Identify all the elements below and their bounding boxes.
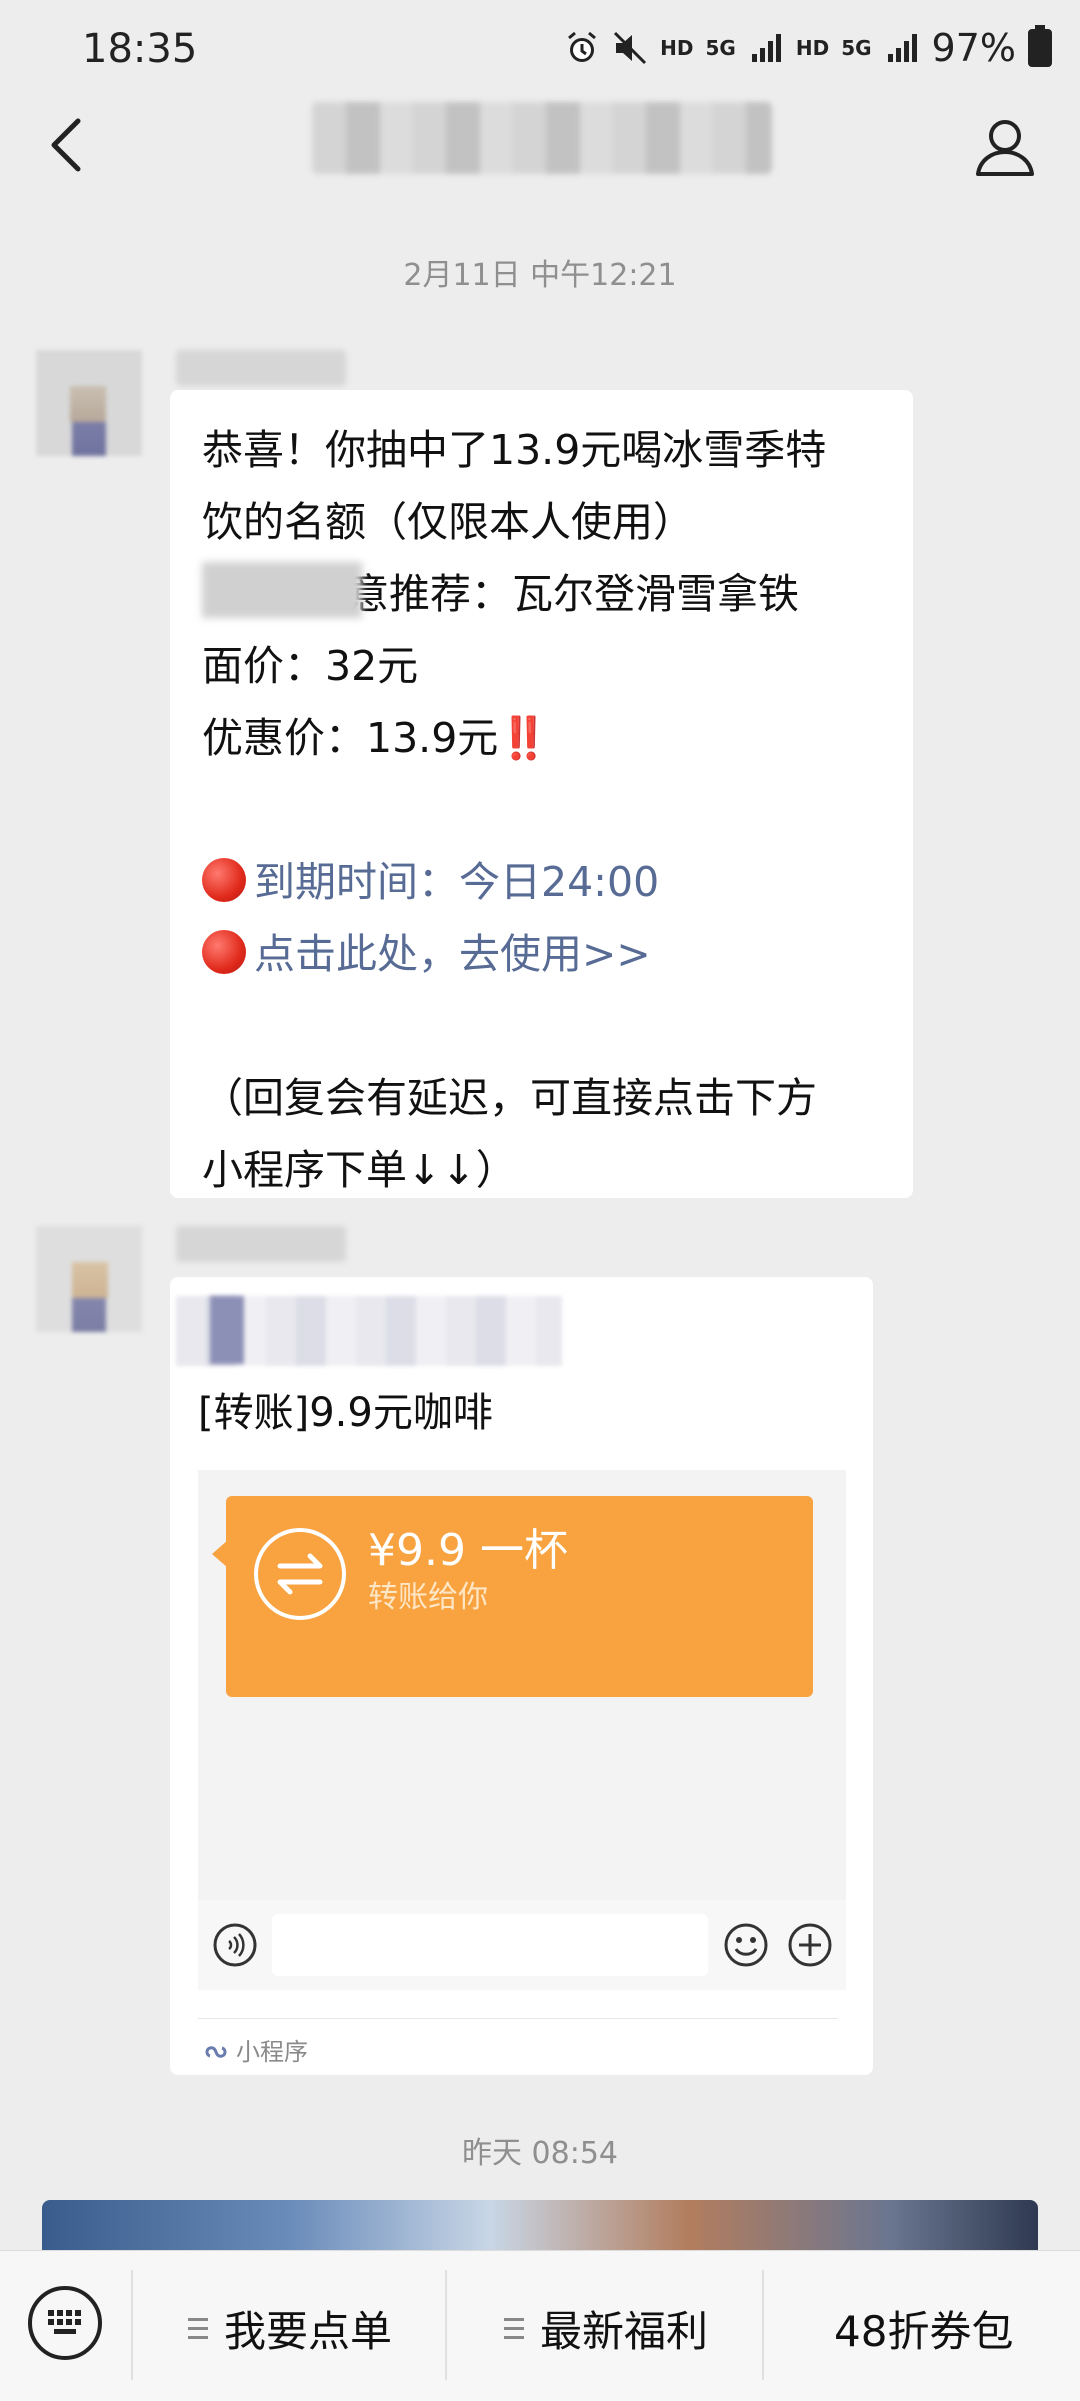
double-exclamation-icon: ‼️ bbox=[498, 714, 550, 762]
expiry-line: 到期时间：今日24:00 bbox=[202, 846, 892, 918]
message-line-blank bbox=[202, 774, 892, 846]
menu-item-label: 最新福利 bbox=[540, 2307, 709, 2356]
signal-icon bbox=[887, 34, 917, 62]
contact-name-blurred bbox=[312, 102, 772, 174]
menu-item-order[interactable]: 我要点单 bbox=[188, 2298, 392, 2359]
avatar[interactable] bbox=[36, 1226, 142, 1332]
message-line-blank bbox=[202, 990, 892, 1062]
transfer-amount: ¥9.9 一杯 bbox=[368, 1525, 568, 1576]
mute-icon bbox=[614, 31, 647, 65]
message-line-text: 意推荐：瓦尔登滑雪拿铁 bbox=[348, 570, 799, 618]
message-line-text: 优惠价：13.9元 bbox=[202, 714, 499, 762]
expiry-text: 到期时间：今日24:00 bbox=[254, 858, 660, 906]
message-line: 意推荐：瓦尔登滑雪拿铁 bbox=[202, 558, 892, 630]
mini-program-label: 小程序 bbox=[236, 2038, 308, 2066]
person-icon bbox=[976, 120, 1034, 176]
voice-icon bbox=[213, 1923, 257, 1967]
network-label-2: HD bbox=[795, 36, 830, 60]
sender-name-blurred bbox=[176, 1226, 346, 1262]
message-line: 小程序下单↓↓） bbox=[202, 1146, 517, 1194]
emoji-icon bbox=[724, 1923, 768, 1967]
transfer-subtitle: 转账给你 bbox=[368, 1580, 488, 1615]
battery-icon bbox=[1028, 25, 1052, 67]
chat-timestamp: 2月11日 中午12:21 bbox=[403, 258, 677, 293]
red-circle-icon bbox=[202, 930, 246, 974]
message-line: 恭喜！你抽中了13.9元喝冰雪季特 bbox=[202, 426, 827, 474]
keyboard-button[interactable] bbox=[28, 2286, 102, 2360]
menu-item-label: 48折券包 bbox=[834, 2307, 1014, 2356]
menu-list-icon bbox=[188, 2317, 208, 2340]
avatar[interactable] bbox=[36, 350, 142, 456]
menu-item-coupons[interactable]: 48折券包 bbox=[834, 2298, 1013, 2359]
signal-icon bbox=[751, 34, 781, 62]
chat-timestamp: 昨天 08:54 bbox=[462, 2136, 618, 2171]
message-line: 面价：32元 bbox=[202, 642, 419, 690]
message-text: 恭喜！你抽中了13.9元喝冰雪季特 饮的名额（仅限本人使用） 意推荐：瓦尔登滑雪… bbox=[202, 414, 892, 1206]
menu-divider bbox=[762, 2270, 764, 2380]
keyboard-icon bbox=[48, 2310, 81, 2334]
message-line: 优惠价：13.9元‼️ bbox=[202, 702, 892, 774]
redacted-text bbox=[202, 562, 362, 618]
battery-percent: 97% bbox=[931, 26, 1016, 70]
mini-program-logo-blurred bbox=[210, 1296, 244, 1364]
transfer-icon bbox=[254, 1528, 346, 1620]
message-bubble[interactable]: 恭喜！你抽中了13.9元喝冰雪季特 饮的名额（仅限本人使用） 意推荐：瓦尔登滑雪… bbox=[170, 390, 913, 1198]
menu-item-label: 我要点单 bbox=[224, 2307, 393, 2356]
menu-divider bbox=[445, 2270, 447, 2380]
signal-label-1: 5G bbox=[705, 36, 736, 60]
mini-program-title: [转账]9.9元咖啡 bbox=[198, 1390, 493, 1436]
menu-list-icon bbox=[504, 2317, 524, 2340]
network-label-1: HD bbox=[660, 36, 694, 60]
red-circle-icon bbox=[202, 858, 246, 902]
menu-item-benefits[interactable]: 最新福利 bbox=[504, 2298, 708, 2359]
preview-input-field bbox=[272, 1914, 708, 1976]
alarm-icon bbox=[568, 31, 597, 62]
menu-divider bbox=[131, 2270, 133, 2380]
status-bar: 18:35 HD 5G HD 5G 97% bbox=[0, 0, 1080, 100]
message-line: （回复会有延迟，可直接点击下方 bbox=[202, 1074, 817, 1122]
use-link-text[interactable]: 点击此处，去使用>> bbox=[254, 930, 651, 978]
mini-program-icon bbox=[205, 2046, 227, 2058]
status-icons: HD 5G HD 5G 97% bbox=[564, 25, 1052, 70]
signal-label-2: 5G bbox=[841, 36, 872, 60]
card-divider bbox=[198, 2018, 838, 2019]
status-time: 18:35 bbox=[82, 26, 198, 72]
message-line: 饮的名额（仅限本人使用） bbox=[202, 498, 694, 546]
use-link[interactable]: 点击此处，去使用>> bbox=[202, 918, 892, 990]
back-button[interactable] bbox=[30, 105, 110, 185]
profile-button[interactable] bbox=[970, 112, 1040, 182]
sender-name-blurred bbox=[176, 350, 346, 386]
plus-icon bbox=[788, 1923, 832, 1967]
